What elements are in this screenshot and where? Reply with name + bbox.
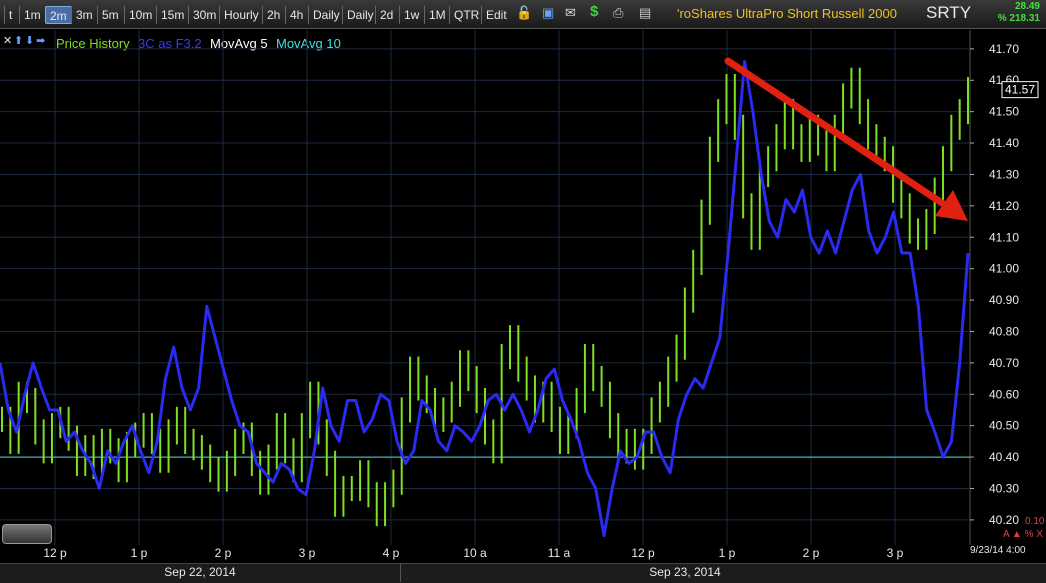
legend-movavg-5[interactable]: MovAvg 5 [210, 36, 268, 51]
trend-arrow-head [935, 190, 968, 221]
y-tick-label: 40.20 [989, 513, 1019, 527]
x-tick-label: 12 p [631, 546, 655, 560]
series-3c-line [0, 59, 970, 538]
interval-3m-button[interactable]: 3m [71, 6, 97, 24]
y-tick-label: 41.70 [989, 42, 1019, 56]
trend-arrow-shaft [724, 57, 952, 211]
y-tick-label: 41.00 [989, 262, 1019, 276]
x-tick-label: 1 p [719, 546, 736, 560]
scale-value: 0.10 [1025, 516, 1045, 527]
date-label-day2: Sep 23, 2014 [649, 565, 721, 579]
y-tick-label: 41.40 [989, 136, 1019, 150]
y-tick-label: 41.10 [989, 230, 1019, 244]
interval-1M-button[interactable]: 1M [424, 6, 450, 24]
y-tick-label: 40.60 [989, 387, 1019, 401]
x-tick-label: 2 p [215, 546, 232, 560]
instrument-title: 'roShares UltraPro Short Russell 2000 [677, 6, 897, 21]
save-icon[interactable]: ▣ [542, 5, 554, 21]
stat-value: 28.49 [1014, 1, 1040, 12]
interval-daily-2-button[interactable]: Daily [342, 6, 378, 24]
legend-3c[interactable]: 3C as F3.2 [138, 36, 202, 51]
last-price-label: 41.57 [1005, 83, 1035, 97]
date-label-day1: Sep 22, 2014 [0, 563, 401, 582]
mail-icon[interactable]: ✉ [565, 5, 576, 21]
toolbar: t 1m 2m 3m 5m 10m 15m 30m Hourly 2h 4h D… [0, 0, 1046, 29]
interval-4h-button[interactable]: 4h [285, 6, 307, 24]
cross-icon[interactable]: ✕ [3, 34, 12, 47]
x-tick-label: 3 p [299, 546, 316, 560]
arrow-right-icon[interactable]: ➡ [36, 34, 45, 47]
last-price-box [1001, 81, 1039, 99]
x-tick-label: 1 p [131, 546, 148, 560]
last-timestamp: 9/23/14 4:00 [970, 545, 1026, 556]
y-tick-label: 40.50 [989, 419, 1019, 433]
y-tick-label: 41.30 [989, 167, 1019, 181]
interval-10m-button[interactable]: 10m [124, 6, 156, 24]
x-tick-label: 4 p [383, 546, 400, 560]
card-icon[interactable]: ▤ [639, 5, 651, 21]
arrow-up-icon[interactable]: ⬆ [14, 34, 23, 47]
dollar-icon[interactable]: $ [590, 3, 598, 20]
y-tick-label: 41.20 [989, 199, 1019, 213]
interval-hourly-button[interactable]: Hourly [219, 6, 263, 24]
x-tick-label: 11 a [548, 546, 571, 560]
interval-15m-button[interactable]: 15m [156, 6, 188, 24]
legend-price-history[interactable]: Price History [56, 36, 130, 51]
interval-2h-button[interactable]: 2h [262, 6, 284, 24]
print-icon[interactable]: ⎙ [613, 5, 623, 21]
interval-30m-button[interactable]: 30m [188, 6, 220, 24]
y-tick-label: 41.50 [989, 105, 1019, 119]
x-tick-label: 3 p [887, 546, 904, 560]
edit-button[interactable]: Edit [481, 6, 511, 24]
y-tick-label: 40.90 [989, 293, 1019, 307]
y-tick-label: 40.80 [989, 324, 1019, 338]
scale-controls[interactable]: A ▲ % X [1003, 529, 1043, 540]
price-chart: 41.70 41.60 41.50 41.40 41.30 41.20 41.10 41.00… [0, 30, 1039, 560]
interval-1w-button[interactable]: 1w [399, 6, 423, 24]
ticker-symbol[interactable]: SRTY [926, 3, 971, 23]
interval-qtr-button[interactable]: QTR [449, 6, 483, 24]
x-tick-label: 12 p [43, 546, 67, 560]
interval-2d-button[interactable]: 2d [375, 6, 397, 24]
legend-movavg-10[interactable]: MovAvg 10 [276, 36, 341, 51]
interval-daily-button[interactable]: Daily [308, 6, 344, 24]
interval-t-button[interactable]: t [4, 6, 16, 24]
x-tick-label: 10 a [463, 546, 487, 560]
y-tick-label: 40.40 [989, 450, 1019, 464]
interval-1m-button[interactable]: 1m [19, 6, 45, 24]
chart-scroller[interactable] [2, 524, 52, 544]
y-tick-label: 40.30 [989, 481, 1019, 495]
interval-2m-button[interactable]: 2m [45, 6, 72, 24]
lock-icon[interactable]: 🔓 [516, 5, 532, 21]
x-tick-label: 2 p [803, 546, 820, 560]
stat-percent: % 218.31 [997, 13, 1040, 24]
y-tick-label: 41.60 [989, 73, 1019, 87]
arrow-down-icon[interactable]: ⬇ [25, 34, 34, 47]
interval-5m-button[interactable]: 5m [97, 6, 123, 24]
y-tick-label: 40.70 [989, 356, 1019, 370]
